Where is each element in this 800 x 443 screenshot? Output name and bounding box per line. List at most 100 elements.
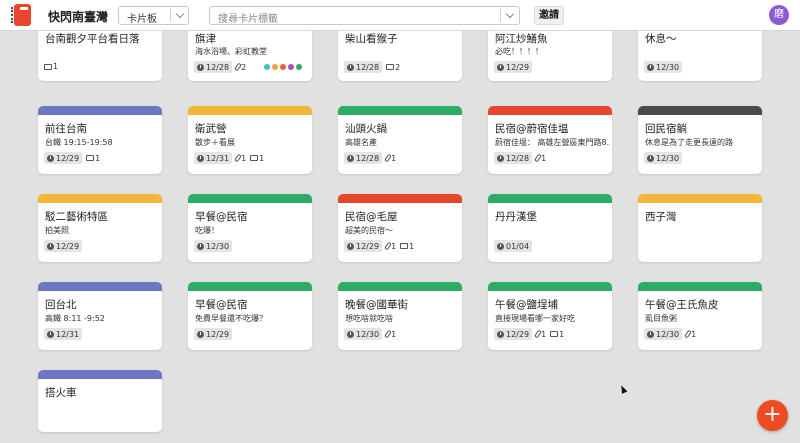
tag-search-placeholder: 搜尋卡片標籤: [218, 14, 278, 25]
card-description: 散步＋看展: [195, 138, 235, 147]
card[interactable]: 搭火車: [38, 370, 162, 432]
chevron-down-icon[interactable]: [505, 9, 515, 19]
card[interactable]: 民宿@毛屋 超美的民宿〜 12/29 1 1: [338, 194, 462, 262]
card[interactable]: 早餐@民宿 吃爆！ 12/30: [188, 194, 312, 262]
due-date-badge: 12/29: [44, 240, 83, 252]
attachment-count: 1: [391, 329, 397, 339]
due-date-badge: 12/30: [194, 240, 233, 252]
card-description: 高鐵 8:11 -9:52: [45, 314, 105, 323]
board-view-value: 卡片板: [127, 14, 157, 25]
card-title: 民宿@蔚宿佳塭: [495, 123, 569, 135]
comment-count: 2: [395, 62, 401, 72]
clock-icon: [497, 242, 504, 250]
card[interactable]: 民宿@蔚宿佳塭 蔚宿佳塭： 高雄左營區東門路8... 12/28 1: [488, 106, 612, 174]
card-title: 回台北: [45, 299, 77, 311]
card[interactable]: 阿江炒鱔魚 必吃！！！！ 12/29: [488, 27, 612, 81]
clock-icon: [347, 330, 354, 338]
card[interactable]: 休息〜 12/30: [638, 27, 762, 81]
label-bar: [38, 370, 162, 379]
card-description: 必吃！！！！: [495, 47, 543, 56]
card[interactable]: 早餐@民宿 免費早餐還不吃爆？ 12/29: [188, 282, 312, 350]
comment-icon: [400, 243, 409, 249]
due-date-badge: 12/30: [344, 328, 383, 340]
label-bar: [488, 282, 612, 291]
card[interactable]: 柴山看猴子 12/28 2: [338, 27, 462, 81]
tag-search-input[interactable]: 搜尋卡片標籤: [209, 6, 520, 25]
card-title: 民宿@毛屋: [345, 211, 398, 223]
card[interactable]: 午餐@王氏魚皮 虱目魚粥 12/30 1: [638, 282, 762, 350]
board-view-select[interactable]: 卡片板: [118, 6, 189, 25]
comment-count: 1: [95, 153, 101, 163]
card-title: 早餐@民宿: [195, 211, 248, 223]
card-title: 搭火車: [45, 387, 77, 399]
invite-button[interactable]: 邀請: [534, 6, 564, 25]
due-date-badge: 12/28: [194, 61, 233, 73]
avatar[interactable]: 磨: [769, 5, 789, 25]
attachment-count: 1: [691, 329, 697, 339]
card-description: 台鐵 19:15-19:58: [45, 138, 113, 147]
label-dot: [296, 64, 303, 70]
due-date-badge: 12/29: [494, 61, 533, 73]
comment-icon: [44, 63, 52, 70]
card-title: 晚餐@國華街: [345, 299, 408, 311]
label-bar: [38, 194, 162, 203]
label-bar: [488, 194, 612, 203]
comment-count: 1: [409, 241, 415, 251]
comment-icon: [550, 331, 559, 337]
card-title: 丹丹漢堡: [495, 211, 537, 223]
card[interactable]: 旗津 海水浴場、彩虹教堂 12/28 2: [188, 27, 312, 81]
card[interactable]: 晚餐@國華街 想吃啥就吃啥 12/30 1: [338, 282, 462, 350]
clock-icon: [647, 63, 654, 71]
clock-icon: [197, 242, 204, 250]
label-dot: [288, 64, 295, 70]
card[interactable]: 午餐@鹽埕埔 直接現場看哪一家好吃 12/29 1 1: [488, 282, 612, 350]
card-description: 直接現場看哪一家好吃: [495, 314, 575, 323]
due-date-badge: 12/29: [194, 328, 233, 340]
card-description: 海水浴場、彩虹教堂: [195, 47, 267, 56]
clock-icon: [497, 63, 504, 71]
due-date-badge: 12/28: [494, 152, 533, 164]
card[interactable]: 丹丹漢堡 01/04: [488, 194, 612, 262]
notebook-logo-icon[interactable]: [11, 3, 33, 27]
attachment-count: 1: [391, 153, 397, 163]
card-description: 超美的民宿〜: [345, 226, 393, 235]
card[interactable]: 汕頭火鍋 高雄名產 12/28 1: [338, 106, 462, 174]
label-bar: [338, 194, 462, 203]
clock-icon: [47, 154, 54, 162]
clock-icon: [47, 330, 54, 338]
top-bar: 快閃南臺灣 卡片板 搜尋卡片標籤 邀請 磨: [0, 0, 800, 31]
due-date-badge: 12/30: [644, 328, 683, 340]
card-title: 早餐@民宿: [195, 299, 248, 311]
label-bar: [638, 194, 762, 203]
clock-icon: [497, 330, 504, 338]
card-title: 午餐@王氏魚皮: [645, 299, 719, 311]
attachment-count: 1: [391, 241, 397, 251]
clock-icon: [347, 63, 354, 71]
due-date-badge: 12/31: [194, 152, 233, 164]
board-title[interactable]: 快閃南臺灣: [48, 8, 108, 25]
card[interactable]: 西子灣: [638, 194, 762, 262]
clock-icon: [647, 154, 654, 162]
card-description: 吃爆！: [195, 226, 219, 235]
card-title: 柴山看猴子: [345, 33, 398, 45]
label-bar: [338, 282, 462, 291]
add-card-button[interactable]: +: [757, 400, 788, 431]
card-description: 想吃啥就吃啥: [345, 314, 393, 323]
card[interactable]: 駁二藝術特區 拍美照 12/29: [38, 194, 162, 262]
card-title: 午餐@鹽埕埔: [495, 299, 558, 311]
card[interactable]: 回台北 高鐵 8:11 -9:52 12/31: [38, 282, 162, 350]
card[interactable]: 衛武營 散步＋看展 12/31 1 1: [188, 106, 312, 174]
chevron-down-icon[interactable]: [175, 9, 185, 19]
due-date-badge: 12/29: [494, 328, 533, 340]
due-date-badge: 01/04: [494, 240, 533, 252]
due-date-badge: 12/29: [344, 240, 383, 252]
label-bar: [338, 106, 462, 115]
card-description: 蔚宿佳塭： 高雄左營區東門路8...: [495, 138, 609, 147]
due-date-badge: 12/31: [44, 328, 83, 340]
card[interactable]: 前往台南 台鐵 19:15-19:58 12/29 1: [38, 106, 162, 174]
card-title: 休息〜: [645, 33, 677, 45]
label-bar: [638, 106, 762, 115]
card[interactable]: 回民宿躺 休息是為了走更長遠的路 12/30: [638, 106, 762, 174]
comment-count: 1: [559, 329, 565, 339]
card[interactable]: 台南觀夕平台看日落 1: [38, 27, 162, 81]
